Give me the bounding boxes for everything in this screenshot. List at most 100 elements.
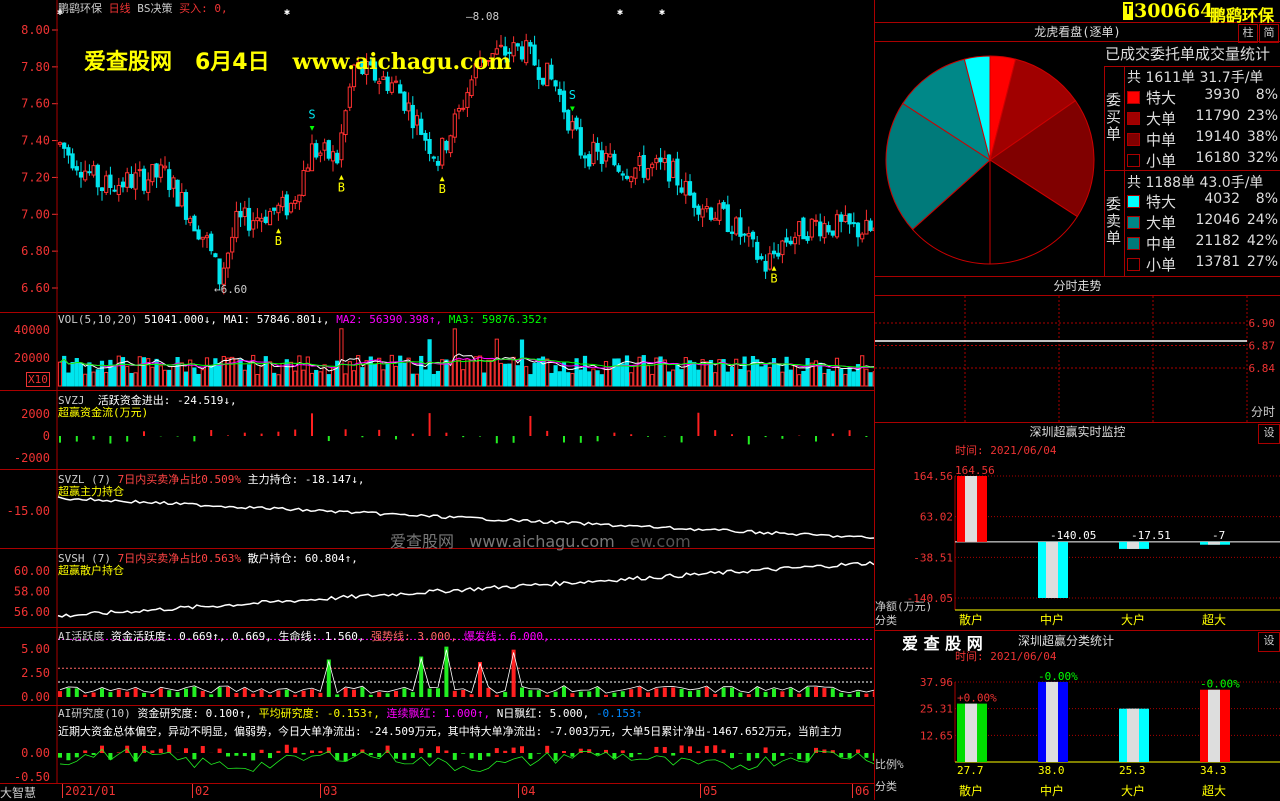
buy-label: 买入: 0, xyxy=(179,2,228,15)
volume-bar xyxy=(58,362,61,386)
price-axis-label: 7.00 xyxy=(21,207,50,221)
candle-body xyxy=(684,181,687,195)
candle-body xyxy=(415,116,418,125)
candle-body xyxy=(579,128,582,155)
monitor-bar-highlight xyxy=(965,476,977,542)
volume-bar xyxy=(621,364,624,386)
volume-bar xyxy=(529,375,532,386)
flow-bar xyxy=(563,436,565,442)
active-bar xyxy=(58,691,62,697)
research-bar xyxy=(243,753,247,756)
active-bar xyxy=(436,688,440,697)
active-bar xyxy=(352,690,356,697)
research-bar xyxy=(453,753,457,760)
svsh-axis-label: 58.00 xyxy=(14,585,50,599)
tab-jian[interactable]: 简 xyxy=(1259,24,1279,43)
volume-bar xyxy=(331,368,334,386)
volume-bar xyxy=(117,356,120,386)
ai-research-pane[interactable]: 0.00-0.50 AI研究度(10) 资金研究度: 0.100↑, 平均研究度… xyxy=(0,705,874,783)
flow-bar xyxy=(865,436,867,437)
tab-zhu[interactable]: 柱 xyxy=(1238,24,1258,43)
candle-body xyxy=(592,142,595,163)
research-bar xyxy=(159,749,163,753)
candle-body xyxy=(138,170,141,171)
active-bar xyxy=(285,690,289,697)
active-bar xyxy=(394,691,398,697)
volume-bar xyxy=(159,366,162,386)
active-bar xyxy=(839,693,843,697)
price-axis-label: 8.00 xyxy=(21,23,50,37)
ai-active-pane[interactable]: 5.002.500.00 AI活跃度 资金活跃度: 0.669↑, 0.669,… xyxy=(0,627,874,706)
candle-body xyxy=(646,169,649,180)
svzl-pane[interactable]: -15.00 SVZL (7) 7日内买卖净占比0.509% 主力持仓: -18… xyxy=(0,470,874,549)
candle-body xyxy=(457,108,460,111)
buy-signal: B xyxy=(770,271,777,285)
volume-bar xyxy=(831,371,834,386)
classify-ylabel: 比例% xyxy=(875,757,904,771)
flow-bar xyxy=(513,436,515,443)
research-bar xyxy=(167,745,171,753)
monitor-bar-chart[interactable]: 时间: 2021/06/04164.5663.02-38.51-140.0516… xyxy=(875,442,1280,630)
monitor-xlabel: 分类 xyxy=(875,613,897,627)
research-bar xyxy=(218,749,222,753)
volume-bar xyxy=(457,360,460,386)
flow-bar xyxy=(529,416,531,436)
active-bar xyxy=(66,688,70,697)
volume-bar xyxy=(537,359,540,386)
volume-bar xyxy=(760,367,763,386)
classify-category-label: 散户 xyxy=(959,783,983,798)
volume-bar xyxy=(848,368,851,386)
stock-code: 300664 xyxy=(1134,0,1213,22)
candle-body xyxy=(453,114,456,137)
sell-orders-label: 委卖单 xyxy=(1106,196,1122,247)
candle-body xyxy=(420,119,423,134)
research-bar xyxy=(260,750,264,753)
volume-bar xyxy=(592,369,595,386)
active-bar xyxy=(856,692,860,697)
volume-bar xyxy=(424,370,427,386)
volume-bar xyxy=(386,363,389,386)
research-bar xyxy=(797,753,801,759)
candle-body xyxy=(281,197,284,206)
active-bar xyxy=(260,690,264,697)
flow-bar xyxy=(76,436,78,442)
volume-bar xyxy=(600,375,603,386)
candle-body xyxy=(79,172,82,177)
ai-research-axis-label: -0.50 xyxy=(14,770,50,783)
research-bar xyxy=(537,753,541,754)
volume-bar xyxy=(315,370,318,386)
flow-bar xyxy=(429,413,431,436)
price-pane[interactable]: 8.007.807.607.407.207.006.806.60✱✱✱✱S▼S▼… xyxy=(0,0,874,313)
research-bar xyxy=(722,750,726,753)
volume-bar xyxy=(201,370,204,386)
svzl-axis-label: -15.00 xyxy=(7,504,50,518)
candle-body xyxy=(802,218,805,239)
candle-body xyxy=(289,203,292,212)
flow-bar xyxy=(193,436,195,441)
classify-axis-label: 37.96 xyxy=(920,676,953,689)
volume-bar xyxy=(436,371,439,386)
candle-body xyxy=(567,110,570,130)
volume-bar xyxy=(768,368,771,386)
research-bar xyxy=(461,753,465,754)
volume-bar xyxy=(483,373,486,386)
candle-body xyxy=(777,253,780,256)
monitor-ylabel: 净额(万元) xyxy=(875,599,932,613)
active-bar xyxy=(604,695,608,697)
candle-body xyxy=(168,170,171,190)
monitor-settings-button[interactable]: 设 xyxy=(1258,424,1280,444)
volume-pane[interactable]: 4000020000 VOL(5,10,20) 51041.000↓, MA1:… xyxy=(0,312,874,391)
intraday-chart[interactable]: 6.906.876.84分时 xyxy=(875,296,1280,422)
volume-header: VOL(5,10,20) 51041.000↓, MA1: 57846.801↓… xyxy=(58,313,548,326)
order-pie-chart[interactable] xyxy=(875,42,1105,276)
fenshi-axis-label: 6.87 xyxy=(1249,340,1276,353)
volume-bar xyxy=(205,358,208,386)
candle-body xyxy=(609,154,612,157)
candle-body xyxy=(680,188,683,192)
classify-bar-chart[interactable]: 时间: 2021/06/0437.9625.3112.65+0.00%27.7散… xyxy=(875,648,1280,800)
candle-body xyxy=(285,195,288,215)
svsh-pane[interactable]: 60.0058.0056.00 SVSH (7) 7日内买卖净占比0.563% … xyxy=(0,549,874,628)
svzj-pane[interactable]: 20000-2000 SVZJ 活跃资金进出: -24.519↓, 超赢资金流(… xyxy=(0,391,874,470)
candle-body xyxy=(856,223,859,237)
candle-body xyxy=(327,141,330,159)
